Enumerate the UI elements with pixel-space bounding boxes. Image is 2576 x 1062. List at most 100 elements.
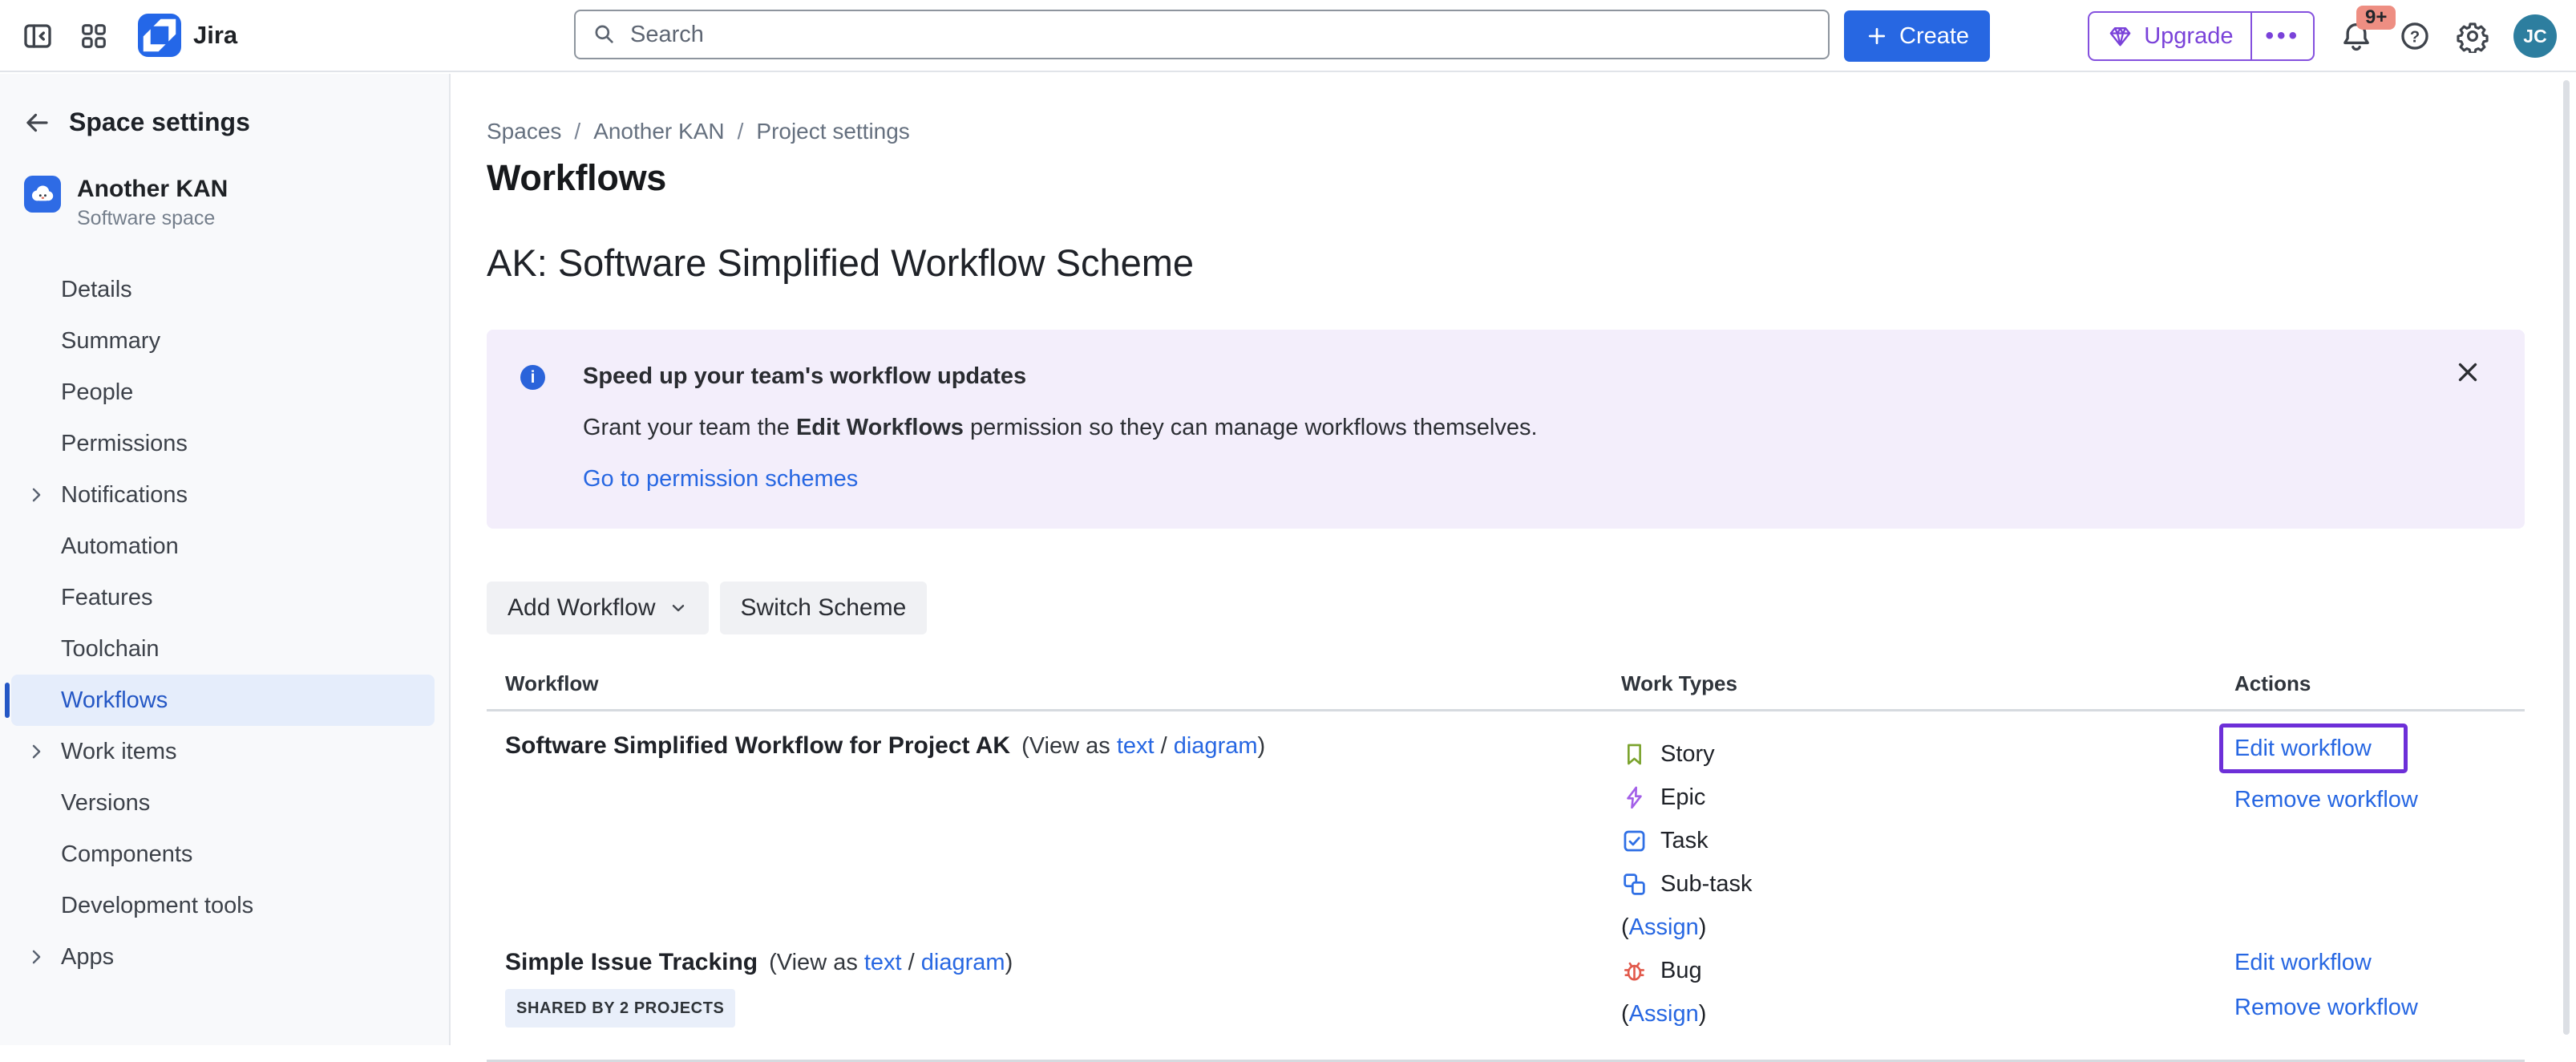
breadcrumb-space[interactable]: Another KAN bbox=[593, 119, 724, 144]
space-avatar-icon bbox=[24, 176, 61, 213]
view-as-diagram-link[interactable]: diagram bbox=[921, 950, 1005, 975]
go-to-permission-schemes-link[interactable]: Go to permission schemes bbox=[583, 466, 858, 492]
breadcrumb-spaces[interactable]: Spaces bbox=[487, 119, 561, 144]
page-scrollbar[interactable] bbox=[2563, 80, 2570, 1035]
sidebar-item-details[interactable]: Details bbox=[11, 264, 435, 315]
workflows-page: Spaces / Another KAN / Project settings … bbox=[452, 74, 2576, 1045]
assign-line: (Assign) bbox=[1621, 906, 2234, 949]
create-button[interactable]: Create bbox=[1844, 10, 1990, 62]
back-button[interactable] bbox=[22, 108, 51, 137]
sidebar-item-workflows[interactable]: Workflows bbox=[11, 675, 435, 726]
workflows-table: Workflow Work Types Actions Software Sim… bbox=[487, 671, 2525, 1062]
upgrade-split-button: Upgrade ••• bbox=[2088, 11, 2315, 61]
remove-workflow-link[interactable]: Remove workflow bbox=[2234, 786, 2525, 813]
assign-link[interactable]: Assign bbox=[1629, 1001, 1699, 1028]
search-input[interactable] bbox=[629, 21, 1812, 49]
sidebar-item-features[interactable]: Features bbox=[11, 572, 435, 623]
notifications-button[interactable]: 9+ bbox=[2339, 18, 2374, 54]
sidebar-collapse-button[interactable] bbox=[21, 19, 55, 53]
chevron-down-icon bbox=[669, 598, 688, 618]
remove-workflow-link[interactable]: Remove workflow bbox=[2234, 994, 2525, 1021]
app-grid-icon bbox=[79, 21, 109, 51]
arrow-left-icon bbox=[22, 108, 51, 137]
sidebar-header: Space settings bbox=[0, 74, 449, 137]
user-avatar[interactable]: JC bbox=[2513, 14, 2557, 58]
table-row: Software Simplified Workflow for Project… bbox=[487, 711, 2525, 949]
premium-gem-icon bbox=[2107, 23, 2133, 50]
space-type: Software space bbox=[77, 207, 228, 230]
view-as-diagram-link[interactable]: diagram bbox=[1174, 733, 1258, 759]
chevron-right-icon bbox=[26, 484, 47, 505]
sidebar-item-work-items[interactable]: Work items bbox=[11, 726, 435, 777]
table-header-row: Workflow Work Types Actions bbox=[487, 671, 2525, 711]
shared-projects-badge: SHARED BY 2 PROJECTS bbox=[505, 989, 735, 1028]
work-type-item: Epic bbox=[1621, 776, 2234, 819]
info-icon: i bbox=[520, 365, 545, 390]
help-button[interactable]: ? bbox=[2398, 19, 2432, 53]
bug-icon bbox=[1621, 958, 1648, 984]
edit-workflow-link[interactable]: Edit workflow bbox=[2234, 949, 2525, 976]
sidebar-item-toolchain[interactable]: Toolchain bbox=[11, 623, 435, 675]
breadcrumb: Spaces / Another KAN / Project settings bbox=[487, 119, 2525, 144]
workflow-name-cell: Simple Issue Tracking(View as text / dia… bbox=[487, 949, 1621, 1036]
column-header-work-types: Work Types bbox=[1621, 671, 2234, 696]
upgrade-button[interactable]: Upgrade bbox=[2089, 13, 2252, 59]
scheme-title: AK: Software Simplified Workflow Scheme bbox=[487, 241, 2525, 285]
page-title: Workflows bbox=[487, 157, 2525, 199]
upgrade-more-button[interactable]: ••• bbox=[2252, 13, 2313, 59]
global-search[interactable] bbox=[574, 10, 1830, 59]
work-type-item: Bug bbox=[1621, 949, 2234, 992]
edit-workflow-highlight-box: Edit workflow bbox=[2219, 724, 2408, 773]
work-types-cell: Bug (Assign) bbox=[1621, 949, 2234, 1036]
top-navigation-bar: Jira Create bbox=[0, 0, 2576, 72]
column-header-actions: Actions bbox=[2234, 671, 2525, 696]
sidebar-menu: Details Summary People Permissions Notif… bbox=[0, 264, 449, 983]
story-icon bbox=[1621, 741, 1648, 768]
sidebar-item-notifications[interactable]: Notifications bbox=[11, 469, 435, 521]
assign-line: (Assign) bbox=[1621, 992, 2234, 1036]
sidebar-item-people[interactable]: People bbox=[11, 367, 435, 418]
epic-icon bbox=[1621, 784, 1648, 811]
work-type-item: Task bbox=[1621, 819, 2234, 862]
sidebar-item-summary[interactable]: Summary bbox=[11, 315, 435, 367]
search-icon bbox=[592, 22, 617, 47]
close-icon bbox=[2453, 357, 2483, 387]
actions-cell: Edit workflow Remove workflow bbox=[2234, 732, 2525, 949]
avatar-initials: JC bbox=[2523, 26, 2546, 47]
question-mark-icon: ? bbox=[2398, 19, 2432, 53]
create-button-label: Create bbox=[1899, 23, 1969, 50]
app-name: Jira bbox=[193, 21, 237, 50]
notifications-badge: 9+ bbox=[2356, 6, 2396, 30]
workflow-info-banner: i Speed up your team's workflow updates … bbox=[487, 330, 2525, 529]
view-as-text-link[interactable]: text bbox=[864, 950, 902, 975]
sidebar-item-components[interactable]: Components bbox=[11, 829, 435, 880]
sidebar-item-apps[interactable]: Apps bbox=[11, 931, 435, 983]
actions-cell: Edit workflow Remove workflow bbox=[2234, 949, 2525, 1036]
edit-workflow-link[interactable]: Edit workflow bbox=[2234, 736, 2372, 761]
sidebar-item-permissions[interactable]: Permissions bbox=[11, 418, 435, 469]
banner-title: Speed up your team's workflow updates bbox=[583, 363, 1026, 390]
sidebar-item-versions[interactable]: Versions bbox=[11, 777, 435, 829]
sidebar-item-automation[interactable]: Automation bbox=[11, 521, 435, 572]
sidebar-item-development-tools[interactable]: Development tools bbox=[11, 880, 435, 931]
assign-link[interactable]: Assign bbox=[1629, 914, 1699, 941]
workflow-name: Software Simplified Workflow for Project… bbox=[505, 732, 1010, 759]
work-type-item: Sub-task bbox=[1621, 862, 2234, 906]
svg-text:?: ? bbox=[2410, 29, 2420, 47]
banner-close-button[interactable] bbox=[2453, 357, 2483, 387]
chevron-right-icon bbox=[26, 946, 47, 967]
jira-logo-icon bbox=[138, 14, 181, 57]
switch-scheme-button[interactable]: Switch Scheme bbox=[720, 582, 928, 634]
add-workflow-button[interactable]: Add Workflow bbox=[487, 582, 709, 634]
gear-icon bbox=[2456, 19, 2489, 53]
topbar-right-cluster: Upgrade ••• 9+ ? bbox=[2088, 0, 2557, 72]
breadcrumb-project-settings[interactable]: Project settings bbox=[756, 119, 909, 144]
jira-home-link[interactable]: Jira bbox=[138, 14, 237, 57]
space-summary: Another KAN Software space bbox=[0, 137, 449, 230]
sidebar-title: Space settings bbox=[69, 107, 250, 137]
settings-button[interactable] bbox=[2456, 19, 2489, 53]
app-switcher-button[interactable] bbox=[77, 19, 111, 53]
workflow-name-cell: Software Simplified Workflow for Project… bbox=[487, 732, 1621, 949]
view-as-text-link[interactable]: text bbox=[1117, 733, 1155, 759]
space-settings-sidebar: Space settings Another KAN Software spac… bbox=[0, 74, 451, 1045]
